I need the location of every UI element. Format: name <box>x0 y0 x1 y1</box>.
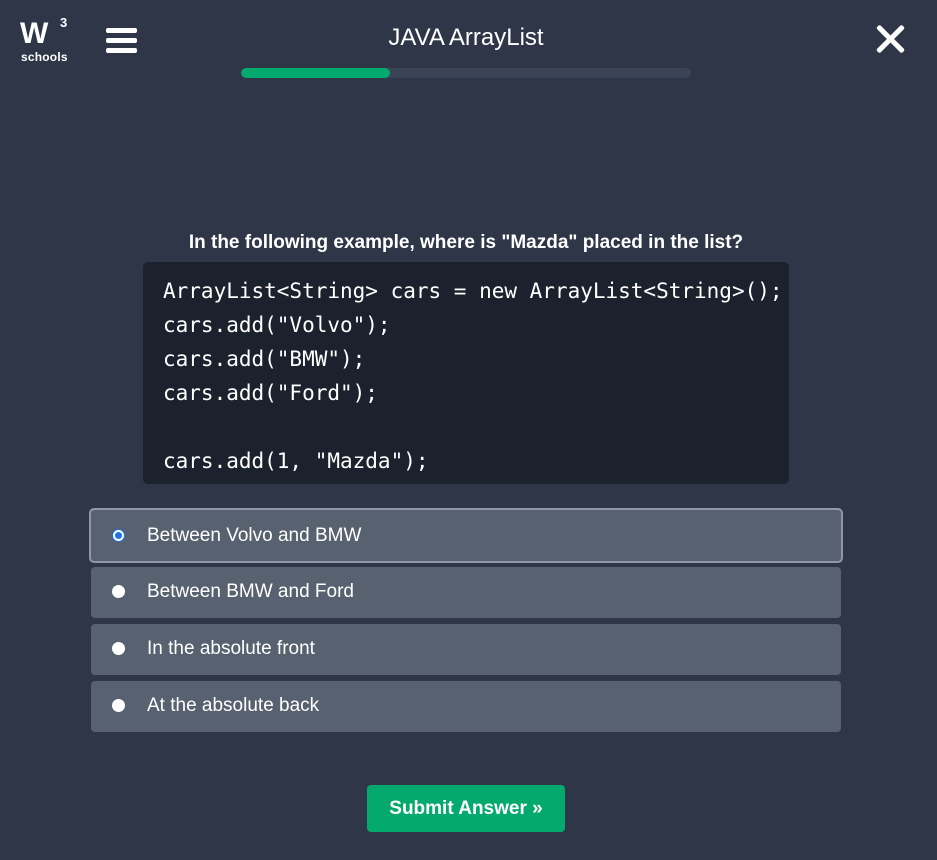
close-icon[interactable] <box>876 24 906 54</box>
code-line: cars.add("BMW"); <box>163 347 366 371</box>
code-block: ArrayList<String> cars = new ArrayList<S… <box>143 262 789 484</box>
radio-button[interactable] <box>112 585 125 598</box>
radio-button[interactable] <box>112 699 125 712</box>
answer-option-label: Between Volvo and BMW <box>147 525 362 546</box>
answer-option-1[interactable]: Between Volvo and BMW <box>89 508 843 563</box>
code-line: cars.add(1, "Mazda"); <box>163 449 429 473</box>
answer-option-3[interactable]: In the absolute front <box>91 624 841 675</box>
submit-answer-button[interactable]: Submit Answer » <box>367 785 565 832</box>
code-line: ArrayList<String> cars = new ArrayList<S… <box>163 279 783 303</box>
radio-button-selected[interactable] <box>112 529 125 542</box>
answer-option-2[interactable]: Between BMW and Ford <box>91 567 841 618</box>
code-line: cars.add("Volvo"); <box>163 313 391 337</box>
answer-option-4[interactable]: At the absolute back <box>91 681 841 732</box>
question-text: In the following example, where is "Mazd… <box>188 232 744 253</box>
logo-text: schools <box>21 50 68 64</box>
code-line: cars.add("Ford"); <box>163 381 378 405</box>
answer-option-label: In the absolute front <box>147 638 315 659</box>
page-title: JAVA ArrayList <box>388 24 544 51</box>
progress-fill <box>241 68 390 78</box>
answer-option-label: At the absolute back <box>147 695 320 716</box>
quiz-progress-bar <box>241 68 691 78</box>
answer-option-label: Between BMW and Ford <box>147 581 354 602</box>
radio-button[interactable] <box>112 642 125 655</box>
quiz-page: W 3 schools JAVA ArrayList In the follow… <box>0 0 937 860</box>
